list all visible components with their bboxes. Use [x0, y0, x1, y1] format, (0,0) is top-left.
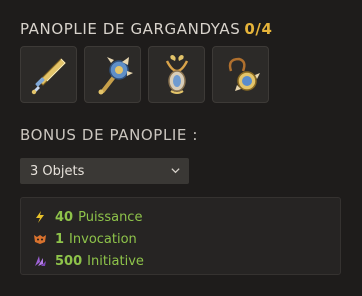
- ring-icon: [228, 57, 260, 91]
- chevron-down-icon: [171, 168, 180, 174]
- stat-row: 1 Invocation: [33, 228, 340, 250]
- panoplie-name: PANOPLIE DE GARGANDYAS: [20, 20, 241, 38]
- stat-row: 500 Initiative: [33, 250, 340, 272]
- panoplie-count: 0/4: [244, 20, 273, 38]
- stat-value: 1: [55, 231, 65, 247]
- bonus-stats: 40 Puissance 1 Invocation 500 Initiative: [20, 197, 341, 275]
- stat-label: Invocation: [69, 231, 137, 247]
- stat-value: 40: [55, 209, 74, 225]
- item-slots: [20, 46, 269, 103]
- hammer-icon: [98, 56, 133, 94]
- bonus-title: BONUS DE PANOPLIE :: [20, 126, 199, 144]
- power-bolt-icon: [33, 210, 47, 224]
- amulet-icon: [165, 54, 188, 94]
- dagger-icon: [31, 57, 66, 94]
- panoplie-title: PANOPLIE DE GARGANDYAS 0/4: [20, 20, 273, 38]
- stat-label: Puissance: [78, 209, 143, 225]
- item-slot-ring[interactable]: [212, 46, 269, 103]
- item-slot-dagger[interactable]: [20, 46, 77, 103]
- item-slot-amulet[interactable]: [148, 46, 205, 103]
- stat-label: Initiative: [87, 253, 144, 269]
- stat-value: 500: [55, 253, 83, 269]
- invocation-icon: [33, 232, 47, 246]
- initiative-icon: [33, 254, 47, 268]
- stat-row: 40 Puissance: [33, 206, 340, 228]
- object-count-select[interactable]: 3 Objets: [20, 158, 189, 184]
- item-slot-hammer[interactable]: [84, 46, 141, 103]
- select-value: 3 Objets: [30, 163, 85, 179]
